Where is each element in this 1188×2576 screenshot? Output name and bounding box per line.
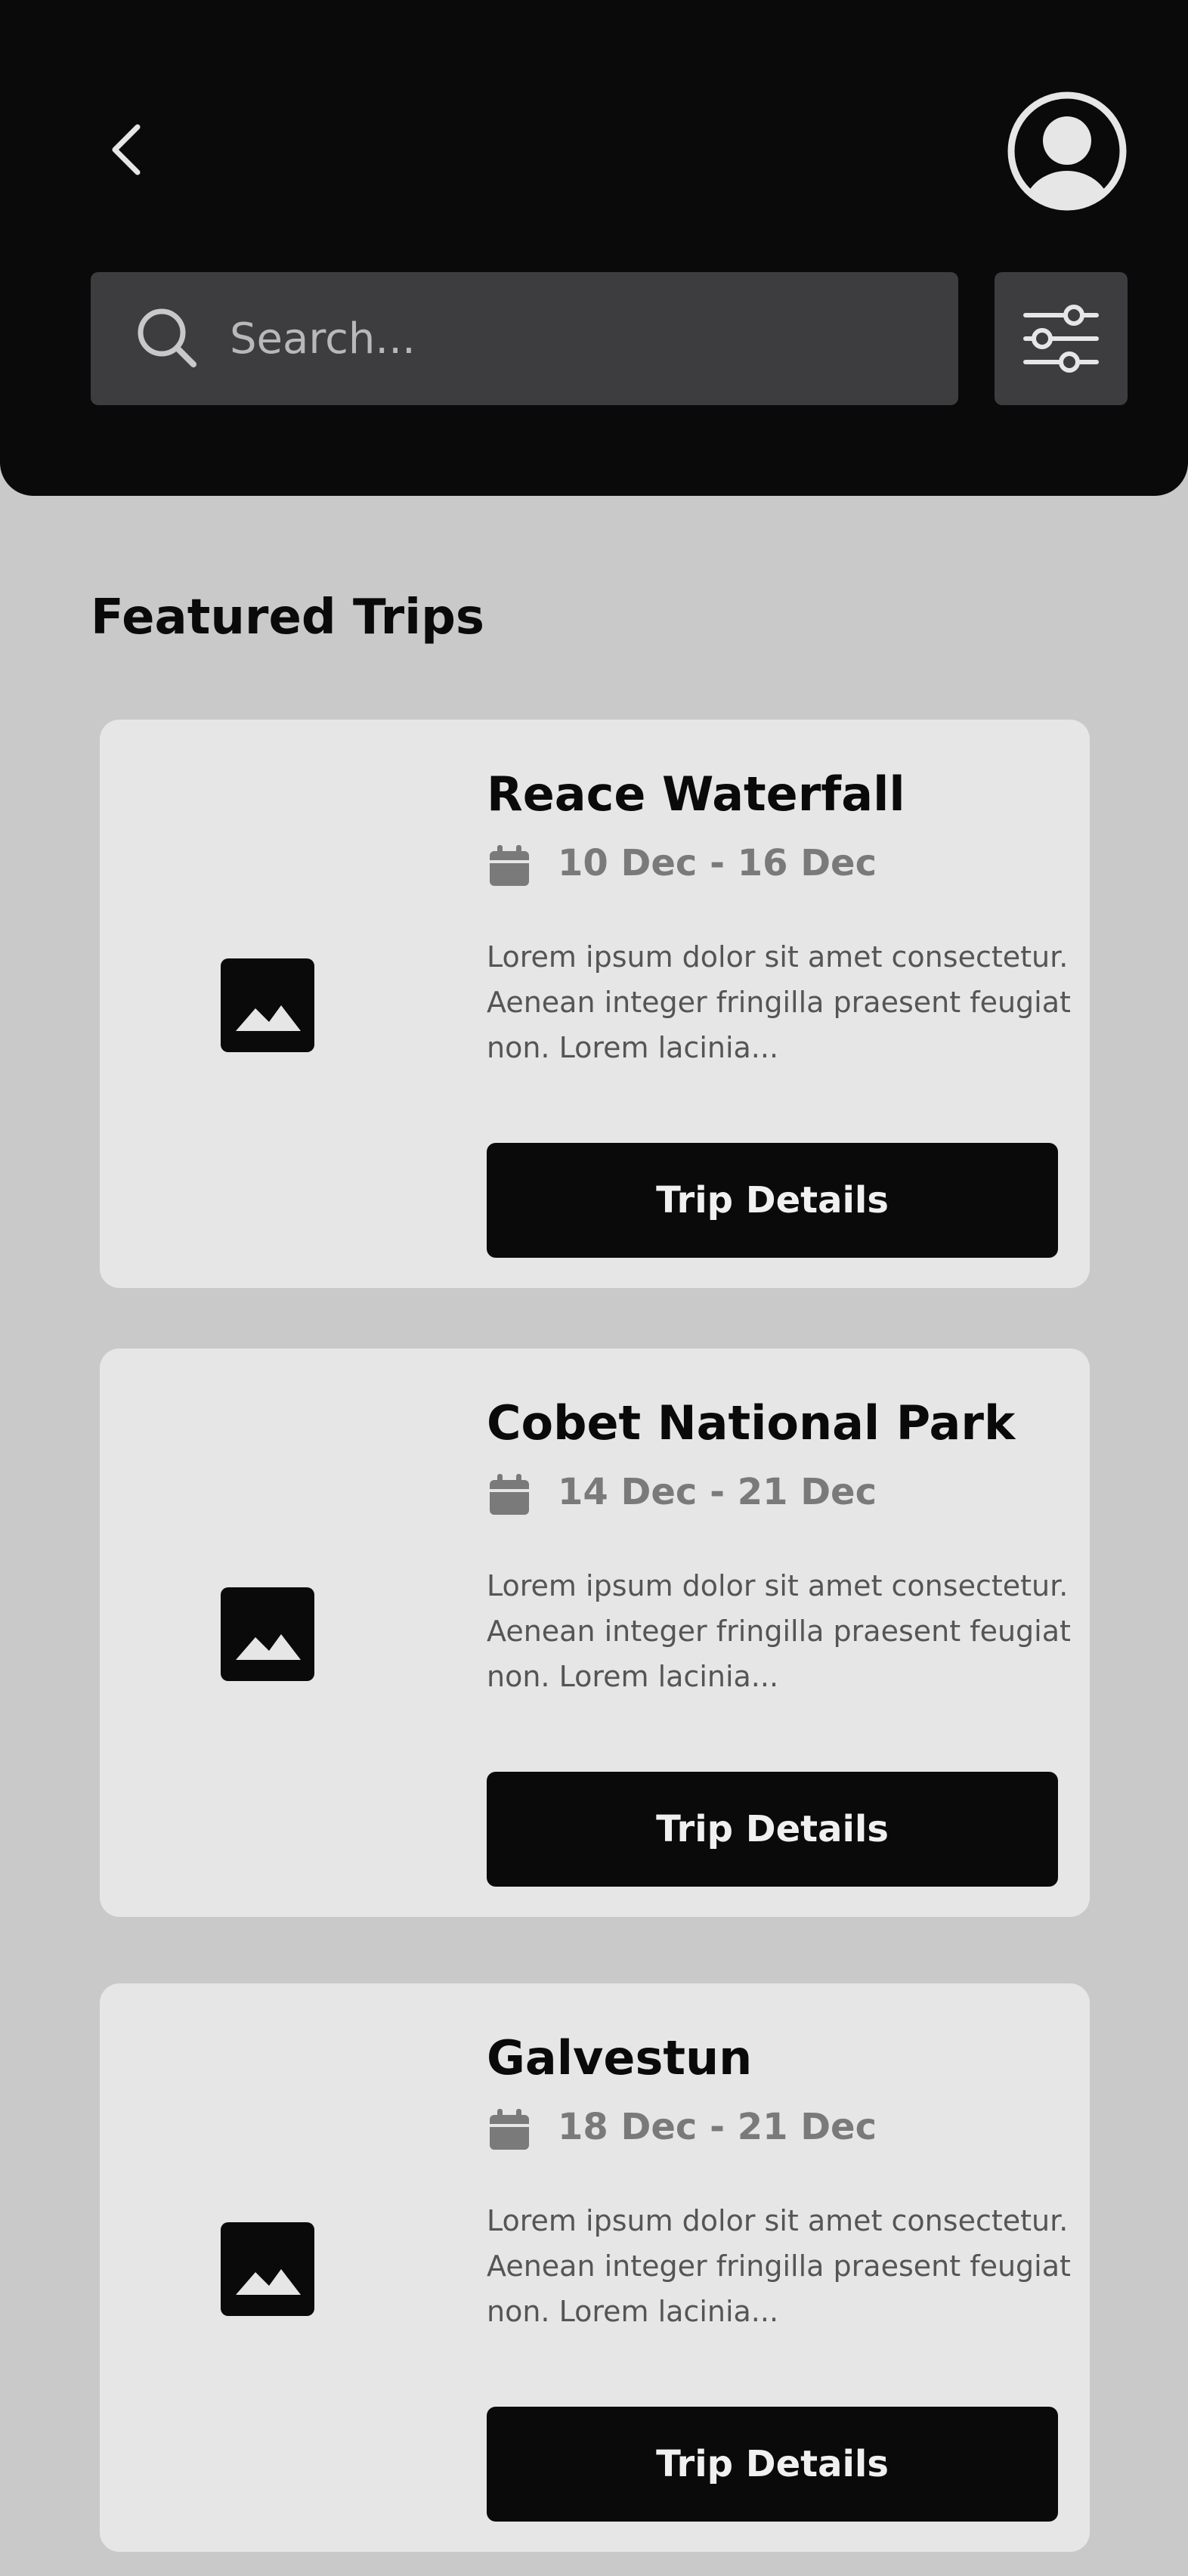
trip-dates: 18 Dec - 21 Dec (558, 2106, 877, 2148)
trip-dates: 14 Dec - 21 Dec (558, 1471, 877, 1513)
calendar-icon (490, 1474, 529, 1515)
trip-details-button[interactable]: Trip Details (487, 1772, 1058, 1887)
trip-card: Cobet National Park 14 Dec - 21 Dec Lore… (100, 1348, 1090, 1917)
trip-details-button[interactable]: Trip Details (487, 2407, 1058, 2522)
top-header (0, 0, 1188, 496)
trip-title: Cobet National Park (487, 1395, 1016, 1451)
search-icon (138, 308, 196, 367)
filter-button[interactable] (995, 272, 1128, 405)
search-input[interactable] (230, 272, 933, 405)
trip-description: Lorem ipsum dolor sit amet consectetur. … (487, 2204, 1071, 2328)
image-placeholder-icon (221, 1587, 314, 1681)
trip-description: Lorem ipsum dolor sit amet consectetur. … (487, 1569, 1071, 1693)
trip-title: Galvestun (487, 2030, 753, 2085)
trip-card: Reace Waterfall 10 Dec - 16 Dec Lorem ip… (100, 720, 1090, 1288)
profile-button[interactable] (1005, 89, 1129, 213)
chevron-left-icon (112, 124, 141, 175)
section-title: Featured Trips (91, 590, 484, 646)
calendar-icon (490, 2109, 529, 2150)
back-button[interactable] (98, 121, 156, 178)
calendar-icon (490, 845, 529, 886)
image-placeholder-icon (221, 958, 314, 1052)
trip-dates: 10 Dec - 16 Dec (558, 842, 877, 884)
image-placeholder-icon (221, 2222, 314, 2316)
trip-details-button[interactable]: Trip Details (487, 1143, 1058, 1258)
sliders-icon (1023, 305, 1099, 373)
user-circle-icon (1007, 91, 1127, 211)
trip-title: Reace Waterfall (487, 766, 905, 822)
trip-card: Galvestun 18 Dec - 21 Dec Lorem ipsum do… (100, 1983, 1090, 2552)
trip-description: Lorem ipsum dolor sit amet consectetur. … (487, 940, 1071, 1064)
search-bar[interactable] (91, 272, 958, 405)
